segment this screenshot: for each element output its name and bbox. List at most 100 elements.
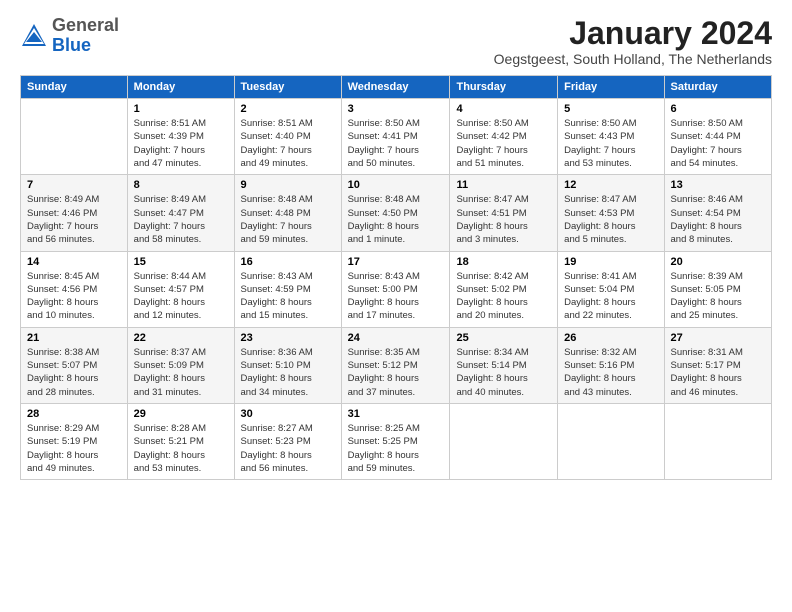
day-number: 5 [564,103,657,115]
day-info: Sunrise: 8:51 AMSunset: 4:40 PMDaylight:… [241,117,335,170]
header-cell-saturday: Saturday [664,76,771,99]
day-number: 7 [27,179,121,191]
calendar-table: SundayMondayTuesdayWednesdayThursdayFrid… [20,75,772,480]
day-info: Sunrise: 8:43 AMSunset: 4:59 PMDaylight:… [241,270,335,323]
header-cell-wednesday: Wednesday [341,76,450,99]
day-number: 15 [134,256,228,268]
logo-icon [20,22,48,50]
day-info: Sunrise: 8:51 AMSunset: 4:39 PMDaylight:… [134,117,228,170]
calendar-cell [664,403,771,479]
day-number: 9 [241,179,335,191]
header-cell-sunday: Sunday [21,76,128,99]
day-info: Sunrise: 8:32 AMSunset: 5:16 PMDaylight:… [564,346,657,399]
header-cell-tuesday: Tuesday [234,76,341,99]
day-number: 1 [134,103,228,115]
calendar-cell: 25 Sunrise: 8:34 AMSunset: 5:14 PMDayligh… [450,327,558,403]
day-number: 24 [348,332,444,344]
day-number: 12 [564,179,657,191]
calendar-cell: 20Sunrise: 8:39 AMSunset: 5:05 PMDayligh… [664,251,771,327]
day-number: 22 [134,332,228,344]
day-info: Sunrise: 8:47 AMSunset: 4:53 PMDaylight:… [564,193,657,246]
calendar-cell: 24 Sunrise: 8:35 AMSunset: 5:12 PMDayligh… [341,327,450,403]
calendar-cell: 21Sunrise: 8:38 AMSunset: 5:07 PMDayligh… [21,327,128,403]
day-info: Sunrise: 8:36 AMSunset: 5:10 PMDaylight:… [241,346,335,399]
header-cell-monday: Monday [127,76,234,99]
day-number: 13 [671,179,765,191]
day-info: Sunrise: 8:29 AMSunset: 5:19 PMDaylight:… [27,422,121,475]
calendar-cell: 10 Sunrise: 8:48 AMSunset: 4:50 PMDayligh… [341,175,450,251]
calendar-cell: 9 Sunrise: 8:48 AMSunset: 4:48 PMDaylight… [234,175,341,251]
calendar-cell: 8 Sunrise: 8:49 AMSunset: 4:47 PMDaylight… [127,175,234,251]
day-number: 17 [348,256,444,268]
day-number: 3 [348,103,444,115]
day-info: Sunrise: 8:48 AMSunset: 4:48 PMDaylight:… [241,193,335,246]
day-number: 26 [564,332,657,344]
day-number: 14 [27,256,121,268]
calendar-cell: 16Sunrise: 8:43 AMSunset: 4:59 PMDayligh… [234,251,341,327]
day-number: 29 [134,408,228,420]
week-row-5: 28Sunrise: 8:29 AMSunset: 5:19 PMDayligh… [21,403,772,479]
calendar-cell [21,99,128,175]
day-number: 8 [134,179,228,191]
logo: General Blue [20,16,119,56]
calendar-cell: 3 Sunrise: 8:50 AMSunset: 4:41 PMDaylight… [341,99,450,175]
calendar-cell: 2 Sunrise: 8:51 AMSunset: 4:40 PMDaylight… [234,99,341,175]
day-info: Sunrise: 8:25 AMSunset: 5:25 PMDaylight:… [348,422,444,475]
calendar-cell: 18 Sunrise: 8:42 AMSunset: 5:02 PMDayligh… [450,251,558,327]
day-info: Sunrise: 8:35 AMSunset: 5:12 PMDaylight:… [348,346,444,399]
day-info: Sunrise: 8:44 AMSunset: 4:57 PMDaylight:… [134,270,228,323]
calendar-cell: 23 Sunrise: 8:36 AMSunset: 5:10 PMDayligh… [234,327,341,403]
day-number: 10 [348,179,444,191]
day-number: 20 [671,256,765,268]
day-info: Sunrise: 8:49 AMSunset: 4:47 PMDaylight:… [134,193,228,246]
day-number: 2 [241,103,335,115]
day-info: Sunrise: 8:46 AMSunset: 4:54 PMDaylight:… [671,193,765,246]
calendar-cell: 28Sunrise: 8:29 AMSunset: 5:19 PMDayligh… [21,403,128,479]
calendar-cell [558,403,664,479]
calendar-cell: 30Sunrise: 8:27 AMSunset: 5:23 PMDayligh… [234,403,341,479]
day-info: Sunrise: 8:50 AMSunset: 4:41 PMDaylight:… [348,117,444,170]
week-row-1: 1 Sunrise: 8:51 AMSunset: 4:39 PMDaylight… [21,99,772,175]
day-number: 11 [456,179,551,191]
calendar-cell: 26 Sunrise: 8:32 AMSunset: 5:16 PMDayligh… [558,327,664,403]
day-info: Sunrise: 8:47 AMSunset: 4:51 PMDaylight:… [456,193,551,246]
month-title: January 2024 [494,16,772,51]
day-info: Sunrise: 8:42 AMSunset: 5:02 PMDaylight:… [456,270,551,323]
day-number: 23 [241,332,335,344]
day-info: Sunrise: 8:48 AMSunset: 4:50 PMDaylight:… [348,193,444,246]
calendar-cell: 4Sunrise: 8:50 AMSunset: 4:42 PMDaylight… [450,99,558,175]
week-row-3: 14Sunrise: 8:45 AMSunset: 4:56 PMDayligh… [21,251,772,327]
title-area: January 2024 Oegstgeest, South Holland, … [494,16,772,67]
header-cell-thursday: Thursday [450,76,558,99]
page: General Blue January 2024 Oegstgeest, So… [0,0,792,490]
calendar-cell: 22 Sunrise: 8:37 AMSunset: 5:09 PMDayligh… [127,327,234,403]
location-title: Oegstgeest, South Holland, The Netherlan… [494,51,772,67]
day-number: 31 [348,408,444,420]
calendar-cell: 29 Sunrise: 8:28 AMSunset: 5:21 PMDayligh… [127,403,234,479]
day-number: 6 [671,103,765,115]
header-area: General Blue January 2024 Oegstgeest, So… [20,16,772,67]
day-info: Sunrise: 8:50 AMSunset: 4:43 PMDaylight:… [564,117,657,170]
calendar-cell: 15 Sunrise: 8:44 AMSunset: 4:57 PMDayligh… [127,251,234,327]
day-info: Sunrise: 8:49 AMSunset: 4:46 PMDaylight:… [27,193,121,246]
calendar-cell: 6Sunrise: 8:50 AMSunset: 4:44 PMDaylight… [664,99,771,175]
logo-blue-text: Blue [52,35,91,55]
calendar-cell: 31 Sunrise: 8:25 AMSunset: 5:25 PMDayligh… [341,403,450,479]
week-row-4: 21Sunrise: 8:38 AMSunset: 5:07 PMDayligh… [21,327,772,403]
calendar-cell: 27Sunrise: 8:31 AMSunset: 5:17 PMDayligh… [664,327,771,403]
calendar-cell [450,403,558,479]
calendar-cell: 7 Sunrise: 8:49 AMSunset: 4:46 PMDaylight… [21,175,128,251]
day-info: Sunrise: 8:43 AMSunset: 5:00 PMDaylight:… [348,270,444,323]
day-info: Sunrise: 8:37 AMSunset: 5:09 PMDaylight:… [134,346,228,399]
calendar-cell: 14Sunrise: 8:45 AMSunset: 4:56 PMDayligh… [21,251,128,327]
day-info: Sunrise: 8:50 AMSunset: 4:42 PMDaylight:… [456,117,551,170]
day-info: Sunrise: 8:28 AMSunset: 5:21 PMDaylight:… [134,422,228,475]
day-info: Sunrise: 8:34 AMSunset: 5:14 PMDaylight:… [456,346,551,399]
logo-general-text: General [52,15,119,35]
day-number: 21 [27,332,121,344]
day-number: 25 [456,332,551,344]
day-info: Sunrise: 8:27 AMSunset: 5:23 PMDaylight:… [241,422,335,475]
day-number: 18 [456,256,551,268]
day-info: Sunrise: 8:31 AMSunset: 5:17 PMDaylight:… [671,346,765,399]
calendar-cell: 12 Sunrise: 8:47 AMSunset: 4:53 PMDayligh… [558,175,664,251]
